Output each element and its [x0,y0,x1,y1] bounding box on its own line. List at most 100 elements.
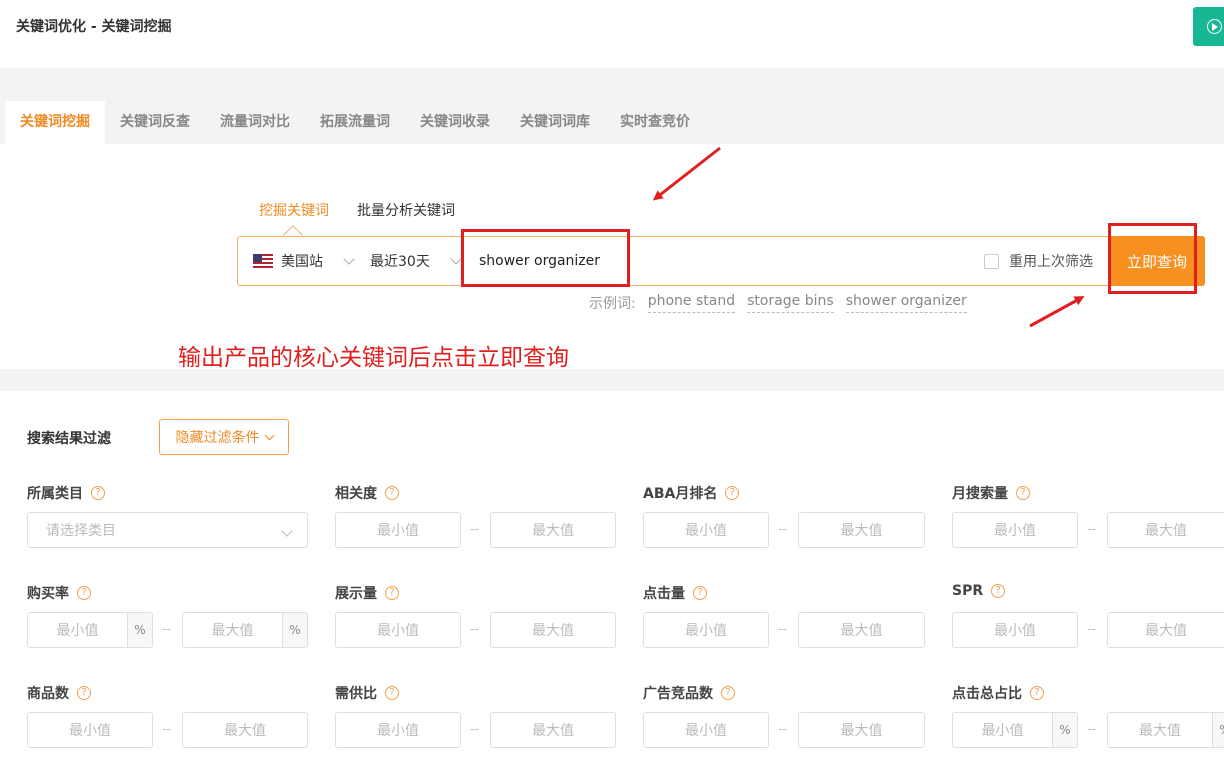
category-select[interactable]: 请选择类目 [27,512,308,548]
spr-min-input[interactable]: 最小值 [952,612,1078,648]
tab-expand-traffic[interactable]: 拓展流量词 [305,101,405,144]
percent-suffix: % [1212,713,1224,747]
site-select[interactable]: 美国站 [253,237,355,285]
filter-label-aba-rank: ABA月排名? [643,483,740,503]
label-text: 点击总占比 [952,686,1022,702]
annotation-instruction: 输出产品的核心关键词后点击立即查询 [178,345,569,371]
help-icon[interactable]: ? [721,686,735,700]
filter-label-click-share: 点击总占比? [952,683,1044,703]
spr-max-input[interactable]: 最大值 [1107,612,1224,648]
tab-reverse-lookup[interactable]: 关键词反查 [105,101,205,144]
max-placeholder: 最大值 [1139,723,1181,739]
filter-label-relevance: 相关度? [335,483,399,503]
date-range-select[interactable]: 最近30天 [370,237,462,285]
label-text: SPR [952,583,984,599]
chevron-down-icon [264,430,274,440]
filter-label-category: 所属类目? [27,483,105,503]
tab-bar: 关键词挖掘 关键词反查 流量词对比 拓展流量词 关键词收录 关键词词库 实时查竞… [5,101,705,144]
product-count-max-input[interactable]: 最大值 [182,712,308,748]
tab-keyword-library[interactable]: 关键词词库 [505,101,605,144]
play-tutorial-button[interactable] [1193,7,1224,46]
help-icon[interactable]: ? [1016,486,1030,500]
relevance-max-input[interactable]: 最大值 [490,512,616,548]
label-text: 相关度 [335,486,377,502]
reuse-last-filter-checkbox[interactable]: 重用上次筛选 [984,237,1093,285]
chevron-down-icon [343,253,355,265]
clicks-min-input[interactable]: 最小值 [643,612,769,648]
arrow-to-input [652,146,721,201]
click-share-min-input[interactable]: 最小值% [952,712,1078,748]
purchase-rate-max-input[interactable]: 最大值% [182,612,308,648]
clicks-max-input[interactable]: 最大值 [798,612,925,648]
product-count-min-input[interactable]: 最小值 [27,712,153,748]
filter-label-purchase-rate: 购买率? [27,583,91,603]
subtab-mine-keywords[interactable]: 挖掘关键词 [259,200,329,220]
filter-label-monthly-search: 月搜索量? [952,483,1030,503]
ad-competitors-max-input[interactable]: 最大值 [798,712,925,748]
monthly-search-max-input[interactable]: 最大值 [1107,512,1224,548]
purchase-rate-min-input[interactable]: 最小值% [27,612,153,648]
impressions-max-input[interactable]: 最大值 [490,612,616,648]
filter-label-impressions: 展示量? [335,583,399,603]
click-share-max-input[interactable]: 最大值% [1107,712,1224,748]
subtab-batch-analyze[interactable]: 批量分析关键词 [357,200,455,220]
category-placeholder: 请选择类目 [46,523,116,539]
min-placeholder: 最小值 [981,723,1024,739]
label-text: 广告竞品数 [643,686,713,702]
page-header: 关键词优化 - 关键词挖掘 [0,0,1224,68]
help-icon[interactable]: ? [91,486,105,500]
example-keywords: 示例词: phone stand storage bins shower org… [589,293,967,313]
hide-filters-label: 隐藏过滤条件 [175,430,260,446]
tab-realtime-bid[interactable]: 实时查竞价 [605,101,705,144]
help-icon[interactable]: ? [385,586,399,600]
max-placeholder: 最大值 [211,623,254,639]
range-dash: -- [470,522,479,536]
tab-traffic-compare[interactable]: 流量词对比 [205,101,305,144]
range-dash: -- [1087,722,1096,736]
filter-section-title: 搜索结果过滤 [27,431,111,447]
label-text: 商品数 [27,686,69,702]
range-dash: -- [778,722,787,736]
label-text: 需供比 [335,686,377,702]
help-icon[interactable]: ? [385,486,399,500]
example-keyword[interactable]: shower organizer [845,293,967,313]
percent-suffix: % [127,613,152,647]
monthly-search-min-input[interactable]: 最小值 [952,512,1078,548]
label-text: 点击量 [643,586,685,602]
example-keyword[interactable]: phone stand [647,293,736,313]
label-text: 展示量 [335,586,377,602]
range-dash: -- [470,722,479,736]
hide-filters-button[interactable]: 隐藏过滤条件 [159,419,289,455]
label-text: 所属类目 [27,486,83,502]
help-icon[interactable]: ? [991,584,1006,598]
examples-label: 示例词: [589,296,636,312]
help-icon[interactable]: ? [1030,686,1044,700]
range-dash: -- [778,522,787,536]
impressions-min-input[interactable]: 最小值 [335,612,461,648]
range-dash: -- [162,622,171,636]
help-icon[interactable]: ? [77,686,91,700]
ad-competitors-min-input[interactable]: 最小值 [643,712,769,748]
date-range-value: 最近30天 [370,254,430,270]
help-icon[interactable]: ? [725,486,740,500]
help-icon[interactable]: ? [77,586,91,600]
checkbox-icon[interactable] [984,253,999,269]
reuse-last-filter-label: 重用上次筛选 [1009,254,1093,270]
tab-keyword-indexing[interactable]: 关键词收录 [405,101,505,144]
aba-rank-max-input[interactable]: 最大值 [798,512,925,548]
range-dash: -- [162,722,171,736]
tab-keyword-mining[interactable]: 关键词挖掘 [5,101,105,144]
range-dash: -- [1087,522,1096,536]
demand-supply-max-input[interactable]: 最大值 [490,712,616,748]
search-subtabs: 挖掘关键词 批量分析关键词 [259,200,455,220]
help-icon[interactable]: ? [385,686,399,700]
help-icon[interactable]: ? [693,586,707,600]
min-placeholder: 最小值 [56,623,99,639]
aba-rank-min-input[interactable]: 最小值 [643,512,769,548]
relevance-min-input[interactable]: 最小值 [335,512,461,548]
example-keyword[interactable]: storage bins [747,293,834,313]
filter-label-spr: SPR? [952,583,1006,599]
annotation-highlight-input [461,229,630,287]
percent-suffix: % [1052,713,1077,747]
demand-supply-min-input[interactable]: 最小值 [335,712,461,748]
